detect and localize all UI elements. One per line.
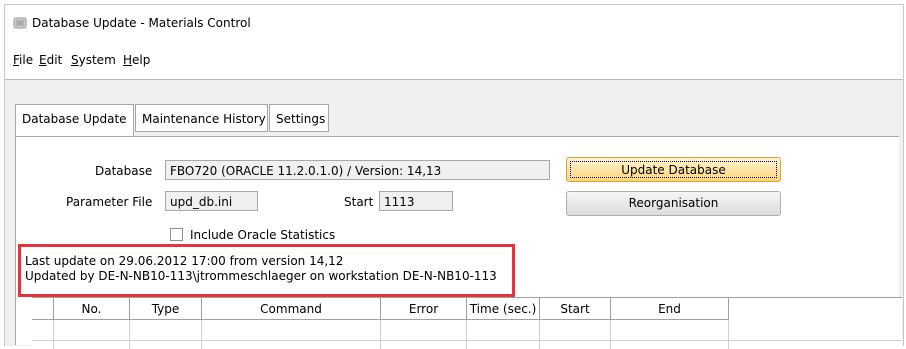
table-header-error[interactable]: Error: [381, 298, 467, 320]
update-log-table: No. Type Command Error Time (sec.) Start…: [32, 297, 902, 349]
highlight-box: [18, 244, 515, 297]
include-stats-checkbox[interactable]: [170, 228, 183, 241]
title-bar: Database Update - Materials Control: [5, 5, 903, 35]
table-column-line: [610, 320, 611, 349]
table-column-line: [201, 320, 202, 349]
update-database-label: Update Database: [570, 161, 777, 178]
menu-help[interactable]: Help: [123, 53, 150, 67]
database-field: FBO720 (ORACLE 11.2.0.1.0) / Version: 14…: [165, 160, 550, 180]
menu-system[interactable]: System: [71, 53, 116, 67]
tab-maintenance-history[interactable]: Maintenance History: [135, 104, 268, 132]
start-label: Start: [344, 195, 374, 209]
table-column-line: [466, 320, 467, 349]
table-row-divider: [32, 340, 902, 341]
parameter-file-field[interactable]: upd_db.ini: [165, 191, 258, 211]
table-header-time[interactable]: Time (sec.): [467, 298, 540, 320]
table-column-line: [129, 320, 130, 349]
table-column-line: [380, 320, 381, 349]
menu-bar: File Edit System Help: [5, 49, 903, 69]
reorganisation-button[interactable]: Reorganisation: [566, 191, 781, 216]
table-column-line: [53, 320, 54, 349]
table-header-start[interactable]: Start: [540, 298, 611, 320]
menu-file[interactable]: File: [13, 53, 33, 67]
table-header-end[interactable]: End: [611, 298, 729, 320]
table-header-indicator: [32, 298, 54, 320]
database-label: Database: [95, 164, 153, 178]
tab-database-update[interactable]: Database Update: [15, 104, 134, 137]
app-icon: [13, 17, 27, 29]
table-column-line: [539, 320, 540, 349]
include-stats-label[interactable]: Include Oracle Statistics: [190, 228, 335, 242]
window-title: Database Update - Materials Control: [32, 16, 251, 30]
tab-settings[interactable]: Settings: [269, 104, 329, 132]
table-header-command[interactable]: Command: [202, 298, 381, 320]
table-header-type[interactable]: Type: [130, 298, 202, 320]
start-field[interactable]: 1113: [379, 191, 453, 211]
table-column-line: [728, 320, 729, 349]
update-database-button[interactable]: Update Database: [566, 157, 781, 182]
table-header-no[interactable]: No.: [54, 298, 130, 320]
parameter-file-label: Parameter File: [66, 195, 153, 209]
menu-edit[interactable]: Edit: [39, 53, 62, 67]
